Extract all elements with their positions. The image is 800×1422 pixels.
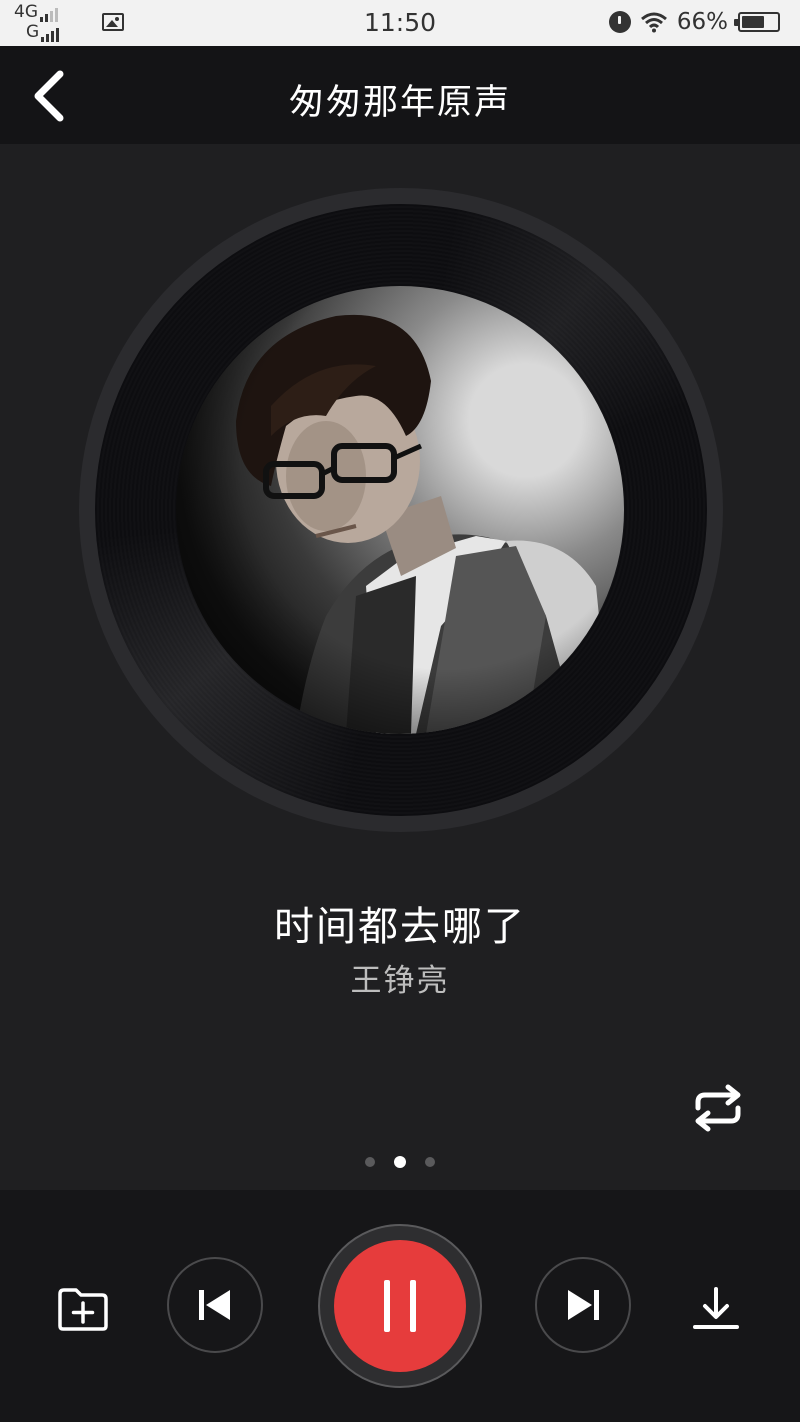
- music-player-screen: 4G G 11:50 66% 匆匆那年原声 时间都去哪了 王铮亮: [0, 0, 800, 1422]
- page-dot[interactable]: [425, 1157, 435, 1167]
- status-bar: 4G G 11:50 66%: [0, 0, 800, 46]
- wifi-icon: [640, 12, 667, 33]
- download-icon[interactable]: [690, 1286, 742, 1332]
- battery-percent: 66%: [676, 9, 728, 35]
- repeat-icon[interactable]: [688, 1084, 748, 1132]
- page-dot[interactable]: [365, 1157, 375, 1167]
- page-title: 匆匆那年原声: [288, 83, 511, 123]
- alarm-icon: [608, 11, 631, 33]
- album-cover: [176, 286, 624, 734]
- page-indicator: [0, 1156, 800, 1168]
- play-pause-button[interactable]: [318, 1224, 482, 1388]
- skip-previous-icon: [199, 1290, 230, 1320]
- pause-icon: [384, 1280, 416, 1332]
- battery-icon: [734, 12, 780, 32]
- playback-controls: [0, 1190, 800, 1422]
- folder-add-icon[interactable]: [56, 1286, 110, 1332]
- artist-portrait: [176, 286, 624, 734]
- header: 匆匆那年原声: [0, 46, 800, 144]
- page-dot-active[interactable]: [394, 1156, 406, 1168]
- next-button[interactable]: [535, 1257, 631, 1353]
- skip-next-icon: [568, 1290, 599, 1320]
- play-pause-circle: [334, 1240, 466, 1372]
- song-title: 时间都去哪了: [274, 904, 526, 950]
- song-artist: 王铮亮: [350, 963, 450, 999]
- previous-button[interactable]: [167, 1257, 263, 1353]
